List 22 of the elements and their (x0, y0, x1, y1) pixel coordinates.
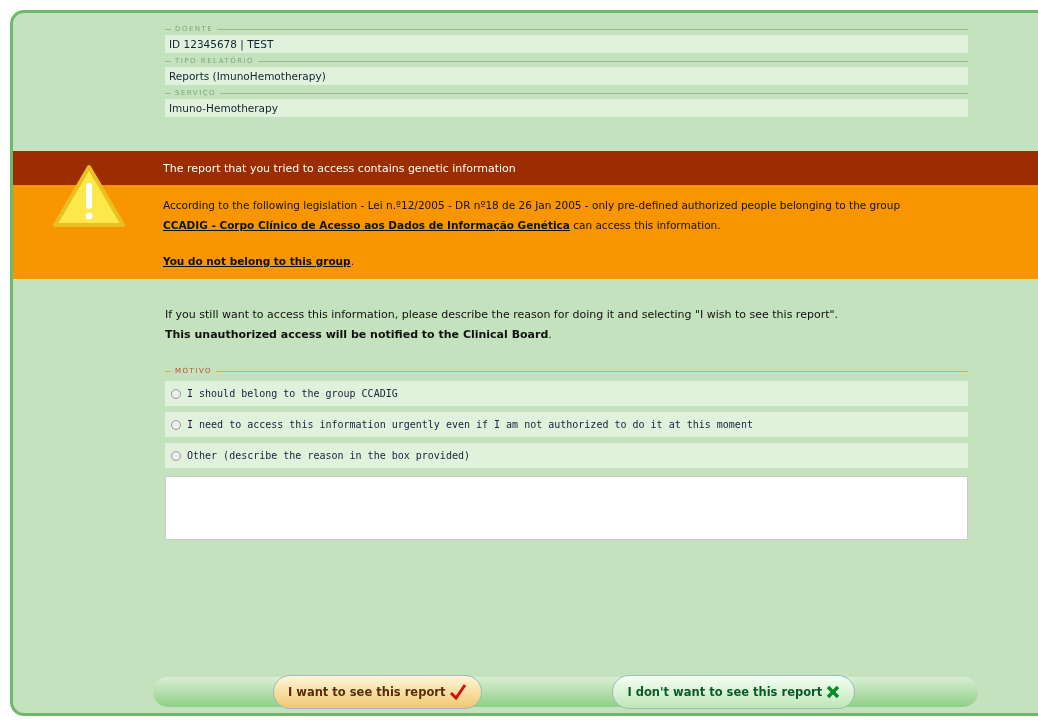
reason-option[interactable]: Other (describe the reason in the box provided) (165, 443, 968, 468)
reason-option[interactable]: I need to access this information urgently even if I am not authorized to do it at this moment (165, 412, 968, 437)
accept-button[interactable]: I want to see this report (273, 675, 483, 709)
cross-icon (826, 685, 841, 699)
warning-icon (51, 163, 127, 229)
not-member-link[interactable]: You do not belong to this group (163, 255, 351, 267)
warning-title: The report that you tried to access contains genetic information (163, 161, 516, 175)
reason-option[interactable]: I should belong to the group CCADIG (165, 381, 968, 406)
radio-icon[interactable] (171, 419, 181, 430)
check-icon (449, 684, 468, 700)
legislation-text: According to the following legislation - Lei n.º12/2005 - DR nº18 de 26 Jan 2005 - only pre-defined authorized people belonging to the group CCADIG - Corpo Clínico de Acesso aos Dados de Informação Genética can access this information. (163, 198, 902, 233)
notice-text: This unauthorized access will be notified to the Clinical Board. (165, 327, 553, 343)
field-value: Reports (ImunoHemotherapy) (165, 67, 968, 85)
decline-button[interactable]: I don't want to see this report (612, 675, 856, 709)
radio-icon[interactable] (171, 388, 181, 399)
not-member-text: You do not belong to this group. (163, 254, 355, 269)
field-value: Imuno-Hemotherapy (165, 99, 968, 117)
reason-input-field[interactable] (165, 476, 968, 540)
instructions-text: If you still want to access this information, please describe the reason for doing it and selecting "I wish to see this report". (165, 307, 840, 323)
radio-icon[interactable] (171, 450, 181, 461)
field-value: ID 12345678 | TEST (165, 35, 968, 53)
group-link[interactable]: CCADIG - Corpo Clínico de Acesso aos Dados de Informação Genética (163, 219, 570, 231)
